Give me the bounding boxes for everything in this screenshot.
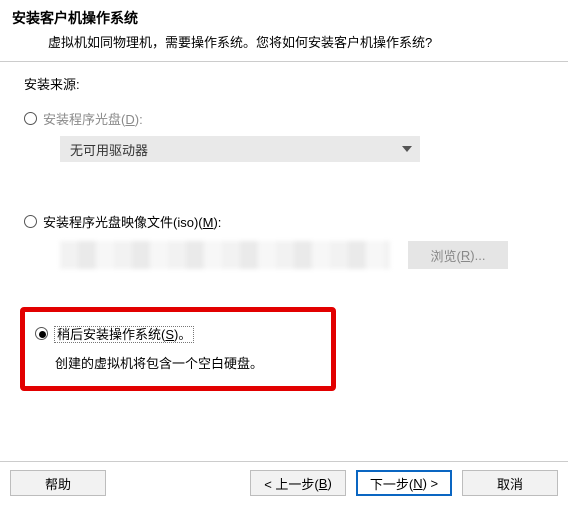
radio-iso[interactable]	[24, 215, 37, 228]
radio-row-disc[interactable]: 安装程序光盘(D):	[24, 109, 544, 128]
page-title: 安装客户机操作系统	[12, 8, 556, 28]
wizard-footer: 帮助 < 上一步(B) 下一步(N) > 取消	[0, 461, 568, 506]
radio-disc-label: 安装程序光盘(D):	[43, 109, 143, 128]
wizard-header: 安装客户机操作系统 虚拟机如同物理机，需要操作系统。您将如何安装客户机操作系统?	[0, 0, 568, 57]
page-subtitle: 虚拟机如同物理机，需要操作系统。您将如何安装客户机操作系统?	[12, 32, 556, 51]
cancel-button[interactable]: 取消	[462, 470, 558, 496]
radio-row-iso[interactable]: 安装程序光盘映像文件(iso)(M):	[24, 212, 544, 231]
radio-row-later[interactable]: 稍后安装操作系统(S)。	[35, 324, 317, 343]
iso-path-input[interactable]	[60, 241, 390, 269]
install-source-label: 安装来源:	[24, 74, 544, 93]
disc-drive-combo[interactable]: 无可用驱动器	[60, 136, 420, 162]
radio-later-label: 稍后安装操作系统(S)。	[54, 324, 194, 343]
next-button[interactable]: 下一步(N) >	[356, 470, 452, 496]
chevron-down-icon	[402, 146, 412, 152]
browse-button[interactable]: 浏览(R)...	[408, 241, 508, 269]
back-button[interactable]: < 上一步(B)	[250, 470, 346, 496]
radio-disc[interactable]	[24, 112, 37, 125]
radio-later[interactable]	[35, 327, 48, 340]
highlight-annotation: 稍后安装操作系统(S)。 创建的虚拟机将包含一个空白硬盘。	[20, 307, 336, 391]
content-area: 安装来源: 安装程序光盘(D): 无可用驱动器 安装程序光盘映像文件(iso)(…	[0, 62, 568, 399]
help-button[interactable]: 帮助	[10, 470, 106, 496]
radio-iso-label: 安装程序光盘映像文件(iso)(M):	[43, 212, 221, 231]
combo-value: 无可用驱动器	[70, 140, 148, 159]
radio-later-sub: 创建的虚拟机将包含一个空白硬盘。	[35, 353, 317, 372]
